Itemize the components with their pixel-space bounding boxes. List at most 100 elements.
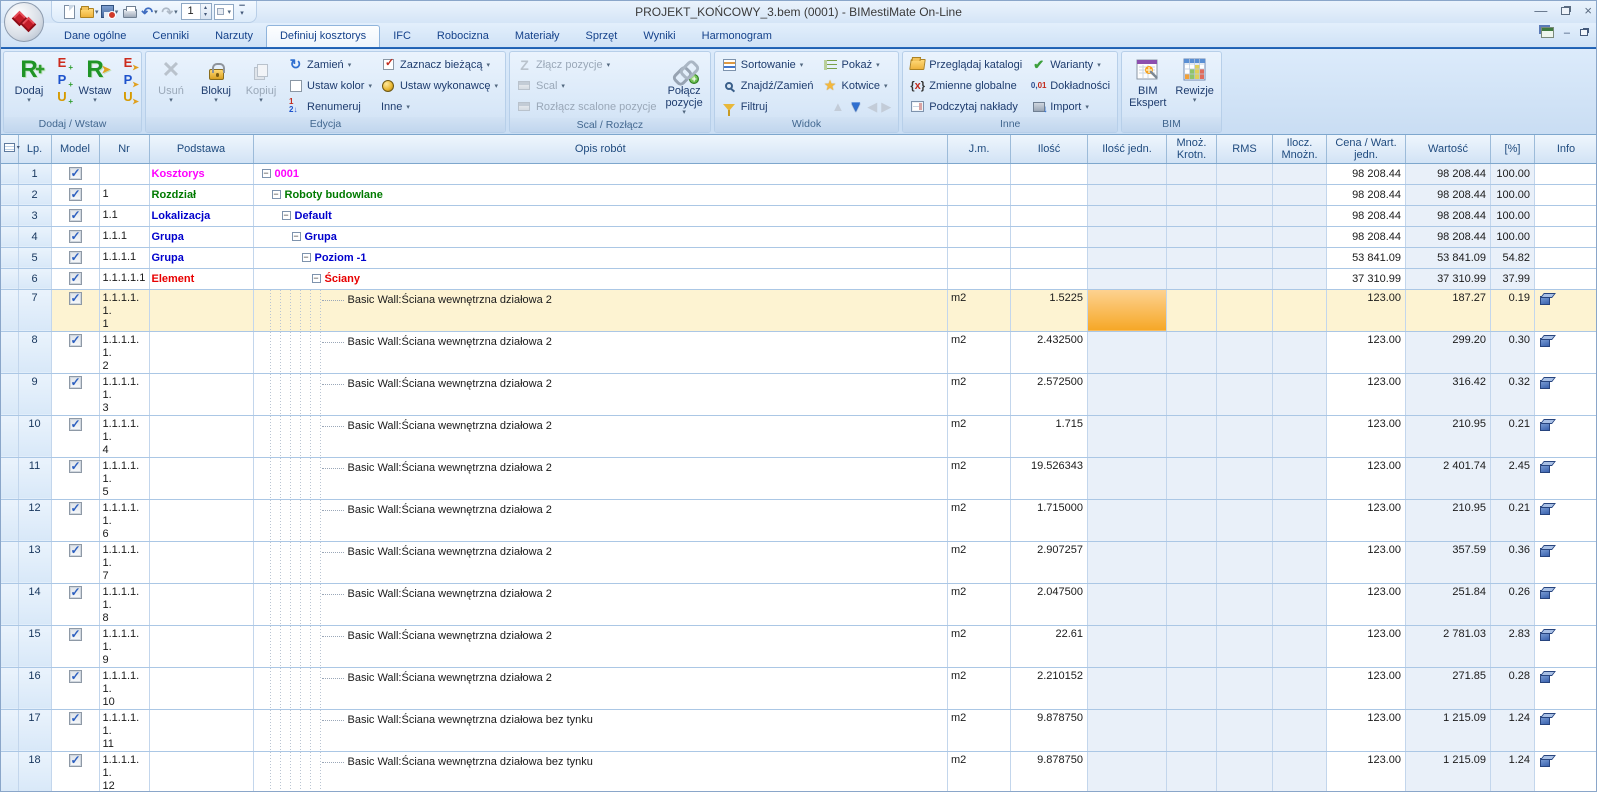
grid-row-3[interactable]: 3✓1.1Lokalizacja−Default98 208.4498 208.… [1, 205, 1596, 226]
cell-ilocz[interactable] [1273, 457, 1327, 499]
copies-spinner-value[interactable]: 1 [182, 4, 200, 19]
cell-lp[interactable]: 5 [18, 247, 51, 268]
polacz-dropdown-icon[interactable]: ▾ [682, 109, 686, 117]
cell-ilosc_jedn[interactable] [1088, 415, 1167, 457]
copies-spinner[interactable]: 1 ▴▾ [181, 3, 212, 20]
cell-ilosc[interactable]: 9.878750 [1011, 709, 1088, 751]
cell-model[interactable]: ✓ [51, 289, 99, 331]
zmienne-globalne-button[interactable]: {x}Zmienne globalne [907, 76, 1025, 95]
cell-jm[interactable]: m2 [948, 415, 1011, 457]
cell-info[interactable] [1535, 205, 1597, 226]
cell-nr[interactable]: 1.1.1.1 [99, 247, 149, 268]
blokuj-button[interactable]: Blokuj▾ [195, 54, 237, 106]
cell-rms[interactable] [1217, 163, 1273, 184]
cell-lp[interactable]: 3 [18, 205, 51, 226]
cell-model[interactable]: ✓ [51, 163, 99, 184]
cell-rms[interactable] [1217, 289, 1273, 331]
rozlacz-button[interactable]: Rozłącz scalone pozycje [514, 97, 659, 116]
cell-wartosc[interactable]: 98 208.44 [1406, 226, 1491, 247]
cell-lp[interactable]: 14 [18, 583, 51, 625]
ustaw-kolor-button[interactable]: Ustaw kolor▾ [285, 76, 375, 95]
cell-model[interactable]: ✓ [51, 247, 99, 268]
model-checkbox[interactable]: ✓ [69, 188, 82, 201]
cell-jm[interactable]: m2 [948, 373, 1011, 415]
cell-lp[interactable]: 11 [18, 457, 51, 499]
cell-info[interactable] [1535, 625, 1597, 667]
save-button[interactable]: ▾ [101, 3, 119, 21]
cell-opis[interactable]: Basic Wall:Ściana wewnętrzna działowa 2 [253, 625, 948, 667]
cell-model[interactable]: ✓ [51, 373, 99, 415]
cell-opis[interactable]: Basic Wall:Ściana wewnętrzna działowa 2 [253, 667, 948, 709]
combo-dropdown-icon[interactable]: ▾ [228, 8, 232, 16]
cell-ilosc_jedn[interactable] [1088, 499, 1167, 541]
cell-mnoz[interactable] [1167, 226, 1217, 247]
cell-podstawa[interactable] [149, 457, 253, 499]
cell-wartosc[interactable]: 1 215.09 [1406, 751, 1491, 792]
grid-row-15[interactable]: 15✓1.1.1.1.1.9Basic Wall:Ściana wewnętrz… [1, 625, 1596, 667]
import-button[interactable]: Import▾ [1028, 97, 1113, 116]
undo-dropdown-icon[interactable]: ▾ [154, 8, 158, 16]
tree-collapse-icon[interactable]: − [272, 190, 281, 199]
cell-info[interactable] [1535, 163, 1597, 184]
cell-wartosc[interactable]: 2 401.74 [1406, 457, 1491, 499]
cell-cena[interactable]: 98 208.44 [1327, 205, 1406, 226]
cell-ilosc[interactable]: 2.907257 [1011, 541, 1088, 583]
cell-procent[interactable]: 2.83 [1491, 625, 1535, 667]
cell-ilocz[interactable] [1273, 268, 1327, 289]
cell-opis[interactable]: Basic Wall:Ściana wewnętrzna działowa 2 [253, 415, 948, 457]
cell-podstawa[interactable] [149, 583, 253, 625]
column-header-opis[interactable]: Opis robót [253, 135, 948, 163]
model-cube-icon[interactable] [1540, 296, 1550, 305]
cell-podstawa[interactable] [149, 331, 253, 373]
cell-cena[interactable]: 123.00 [1327, 751, 1406, 792]
cell-cena[interactable]: 37 310.99 [1327, 268, 1406, 289]
cell-lp[interactable]: 1 [18, 163, 51, 184]
cell-podstawa[interactable] [149, 373, 253, 415]
column-header-info[interactable]: Info [1535, 135, 1597, 163]
model-cube-icon[interactable] [1540, 758, 1550, 767]
model-checkbox[interactable]: ✓ [69, 628, 82, 641]
cell-ilocz[interactable] [1273, 751, 1327, 792]
style-combo[interactable]: ▾ [214, 4, 235, 20]
cell-jm[interactable] [948, 205, 1011, 226]
cell-mnoz[interactable] [1167, 247, 1217, 268]
grid-row-14[interactable]: 14✓1.1.1.1.1.8Basic Wall:Ściana wewnętrz… [1, 583, 1596, 625]
cell-info[interactable] [1535, 184, 1597, 205]
open-file-button[interactable]: ▾ [80, 3, 99, 21]
cell-procent[interactable]: 1.24 [1491, 709, 1535, 751]
cell-nr[interactable]: 1.1.1.1.1.7 [99, 541, 149, 583]
cell-podstawa[interactable]: Element [149, 268, 253, 289]
cell-ilosc_jedn[interactable] [1088, 583, 1167, 625]
cell-ilosc[interactable] [1011, 268, 1088, 289]
cell-ilosc_jedn[interactable] [1088, 331, 1167, 373]
cell-rms[interactable] [1217, 667, 1273, 709]
cell-ilocz[interactable] [1273, 373, 1327, 415]
column-header-model[interactable]: Model [51, 135, 99, 163]
cell-info[interactable] [1535, 289, 1597, 331]
add-position-button[interactable]: P+ [53, 73, 71, 87]
model-cube-icon[interactable] [1540, 632, 1550, 641]
usun-dropdown-icon[interactable]: ▾ [169, 97, 173, 105]
znajdz-zamien-button[interactable]: Znajdź/Zamień [719, 76, 817, 95]
cell-opis[interactable]: −Ściany [253, 268, 948, 289]
add-uproszczona-button[interactable]: U+ [53, 90, 71, 104]
cell-wartosc[interactable]: 210.95 [1406, 499, 1491, 541]
grid-row-6[interactable]: 6✓1.1.1.1.1Element−Ściany37 310.9937 310… [1, 268, 1596, 289]
tab-materiały[interactable]: Materiały [502, 26, 573, 47]
cell-ilosc[interactable] [1011, 163, 1088, 184]
cell-procent[interactable]: 0.19 [1491, 289, 1535, 331]
cell-procent[interactable]: 0.26 [1491, 583, 1535, 625]
column-header-lp[interactable]: Lp. [18, 135, 51, 163]
model-checkbox[interactable]: ✓ [69, 209, 82, 222]
cell-cena[interactable]: 123.00 [1327, 289, 1406, 331]
cell-ilosc[interactable]: 19.526343 [1011, 457, 1088, 499]
cell-wartosc[interactable]: 251.84 [1406, 583, 1491, 625]
cell-rms[interactable] [1217, 583, 1273, 625]
tree-collapse-icon[interactable]: − [262, 169, 271, 178]
model-cube-icon[interactable] [1540, 674, 1550, 683]
cell-mnoz[interactable] [1167, 415, 1217, 457]
cell-cena[interactable]: 123.00 [1327, 625, 1406, 667]
cell-nr[interactable]: 1.1 [99, 205, 149, 226]
cell-ilosc_jedn[interactable] [1088, 751, 1167, 792]
cell-cena[interactable]: 123.00 [1327, 541, 1406, 583]
